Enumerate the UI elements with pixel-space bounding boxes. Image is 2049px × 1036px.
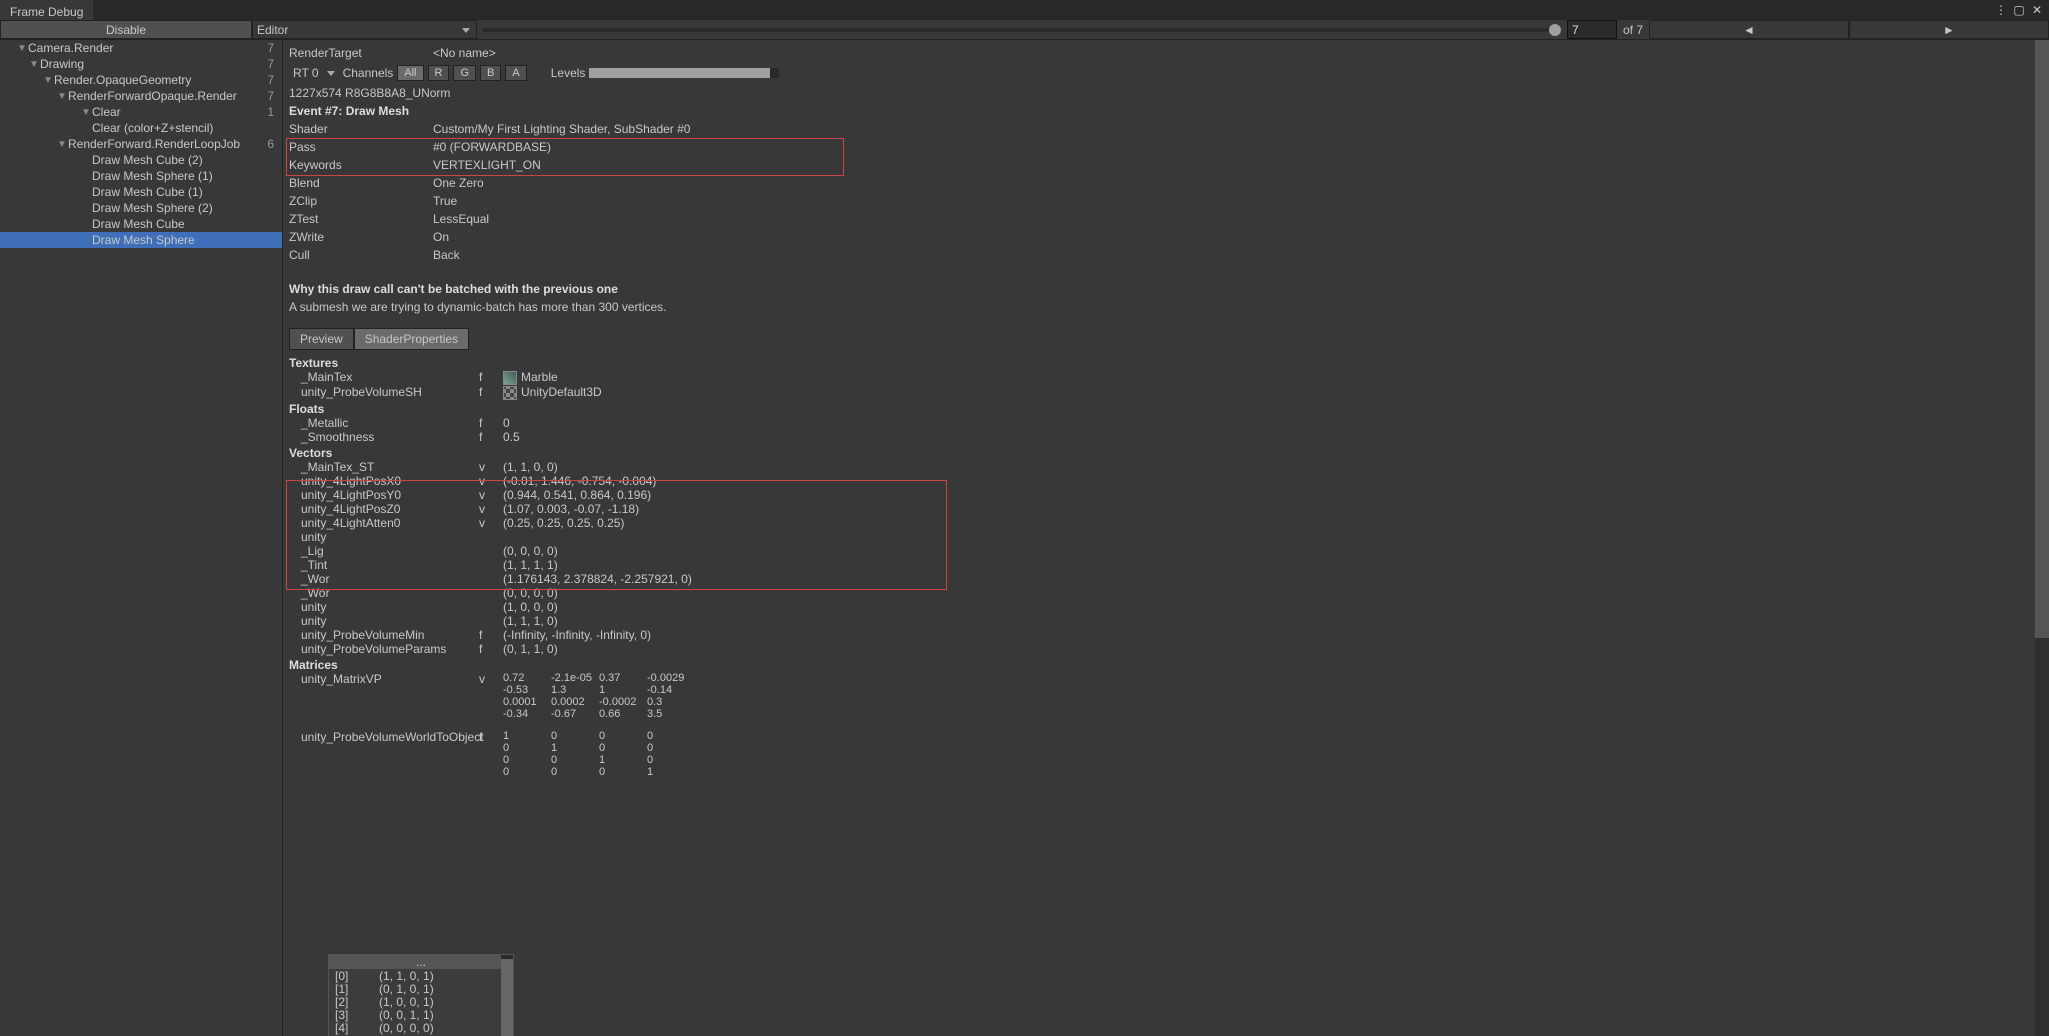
matrix-row: unity_ProbeVolumeWorldToObjectf100001000… [289, 730, 2043, 778]
vector-row: unity(1, 0, 0, 0) [289, 600, 2043, 614]
tab-shader-properties[interactable]: ShaderProperties [354, 328, 469, 350]
popup-row: [0](1, 1, 0, 1) [329, 969, 513, 982]
event-prop-row: CullBack [289, 246, 2043, 264]
event-title: Event #7: Draw Mesh [289, 102, 2043, 120]
channel-g-button[interactable]: G [453, 65, 476, 81]
textures-header: Textures [289, 356, 2043, 370]
channel-b-button[interactable]: B [480, 65, 501, 81]
event-prop-row: ZWriteOn [289, 228, 2043, 246]
vector-row: _Wor(1.176143, 2.378824, -2.257921, 0) [289, 572, 2043, 586]
event-number-input[interactable] [1567, 20, 1617, 39]
event-total-label: of 7 [1617, 20, 1649, 39]
levels-label: Levels [551, 66, 586, 80]
event-prop-row: ZTestLessEqual [289, 210, 2043, 228]
maximize-icon[interactable]: ▢ [2011, 3, 2027, 17]
tree-item[interactable]: ▼Clear (color+Z+stencil) [0, 120, 282, 136]
popup-row: [4](0, 0, 0, 0) [329, 1021, 513, 1034]
editor-dropdown[interactable]: Editor [252, 20, 477, 39]
vector-row: _Lig(0, 0, 0, 0) [289, 544, 2043, 558]
popup-row: [2](1, 0, 0, 1) [329, 995, 513, 1008]
event-prop-row: KeywordsVERTEXLIGHT_ON [289, 156, 2043, 174]
details-scrollbar[interactable] [2035, 40, 2049, 1036]
popup-header: ... ✕ [329, 955, 513, 969]
vector-row: unity_ProbeVolumeMinf(-Infinity, -Infini… [289, 628, 2043, 642]
menu-icon[interactable]: ⋮ [1993, 3, 2009, 17]
slider-thumb[interactable] [1549, 24, 1561, 36]
float-row: _Smoothnessf0.5 [289, 430, 2043, 444]
vector-row: unity_4LightPosX0v(-0.01, 1.446, -0.754,… [289, 474, 2043, 488]
tree-item[interactable]: ▼Render.OpaqueGeometry7 [0, 72, 282, 88]
matrix-row: unity_MatrixVPv0.72-2.1e-050.37-0.0029-0… [289, 672, 2043, 720]
event-prop-row: Pass#0 (FORWARDBASE) [289, 138, 2043, 156]
tree-item[interactable]: ▼Draw Mesh Cube [0, 216, 282, 232]
tab-frame-debug[interactable]: Frame Debug [0, 0, 93, 20]
vector-row: _Wor(0, 0, 0, 0) [289, 586, 2043, 600]
vectors-header: Vectors [289, 446, 2043, 460]
tree-item[interactable]: ▼Draw Mesh Cube (1) [0, 184, 282, 200]
texture-row[interactable]: _MainTexfMarble [289, 370, 2043, 385]
tree-item[interactable]: ▼Draw Mesh Sphere [0, 232, 282, 248]
channel-a-button[interactable]: A [505, 65, 526, 81]
render-target-label: RenderTarget [289, 46, 433, 60]
prev-event-button[interactable]: ◄ [1649, 20, 1849, 39]
tree-item[interactable]: ▼RenderForward.RenderLoopJob6 [0, 136, 282, 152]
floats-header: Floats [289, 402, 2043, 416]
vector-row: _MainTex_STv(1, 1, 0, 0) [289, 460, 2043, 474]
event-prop-row: ShaderCustom/My First Lighting Shader, S… [289, 120, 2043, 138]
tree-item[interactable]: ▼RenderForwardOpaque.Render7 [0, 88, 282, 104]
tree-item[interactable]: ▼Draw Mesh Sphere (1) [0, 168, 282, 184]
event-prop-row: ZClipTrue [289, 192, 2043, 210]
levels-slider[interactable] [589, 68, 779, 78]
tree-item[interactable]: ▼Draw Mesh Cube (2) [0, 152, 282, 168]
channel-all-button[interactable]: All [397, 65, 423, 81]
batch-title: Why this draw call can't be batched with… [289, 280, 2043, 298]
channel-r-button[interactable]: R [428, 65, 450, 81]
float-row: _Metallicf0 [289, 416, 2043, 430]
event-tree: ▼Camera.Render7▼Drawing7▼Render.OpaqueGe… [0, 40, 283, 1036]
details-panel: RenderTarget <No name> RT 0 Channels All… [283, 40, 2049, 1036]
matrices-header: Matrices [289, 658, 2043, 672]
array-popup: ... ✕ [0](1, 1, 0, 1)[1](0, 1, 0, 1)[2](… [328, 954, 514, 1036]
rt-dropdown[interactable]: RT 0 [289, 64, 339, 82]
tab-preview[interactable]: Preview [289, 328, 354, 350]
vector-row: _Tint(1, 1, 1, 1) [289, 558, 2043, 572]
popup-scrollbar[interactable] [501, 955, 513, 1036]
texture-row[interactable]: unity_ProbeVolumeSHfUnityDefault3D [289, 385, 2043, 400]
tree-item[interactable]: ▼Draw Mesh Sphere (2) [0, 200, 282, 216]
popup-row: [3](0, 0, 1, 1) [329, 1008, 513, 1021]
tree-item[interactable]: ▼Clear1 [0, 104, 282, 120]
render-target-value: <No name> [433, 46, 496, 60]
tree-item[interactable]: ▼Camera.Render7 [0, 40, 282, 56]
popup-row: [1](0, 1, 0, 1) [329, 982, 513, 995]
event-prop-row: BlendOne Zero [289, 174, 2043, 192]
event-slider[interactable] [483, 28, 1561, 32]
vector-row: unity_4LightPosY0v(0.944, 0.541, 0.864, … [289, 488, 2043, 502]
close-icon[interactable]: ✕ [2029, 3, 2045, 17]
next-event-button[interactable]: ► [1849, 20, 2049, 39]
vector-row: unity_4LightAtten0v(0.25, 0.25, 0.25, 0.… [289, 516, 2043, 530]
resolution-label: 1227x574 R8G8B8A8_UNorm [289, 84, 2043, 102]
channels-label: Channels [343, 66, 394, 80]
vector-row: unity(1, 1, 1, 0) [289, 614, 2043, 628]
disable-button[interactable]: Disable [0, 20, 252, 39]
vector-row: unity_4LightPosZ0v(1.07, 0.003, -0.07, -… [289, 502, 2043, 516]
tree-item[interactable]: ▼Drawing7 [0, 56, 282, 72]
vector-row: unity [289, 530, 2043, 544]
batch-reason: A submesh we are trying to dynamic-batch… [289, 298, 2043, 316]
vector-row: unity_ProbeVolumeParamsf(0, 1, 1, 0) [289, 642, 2043, 656]
